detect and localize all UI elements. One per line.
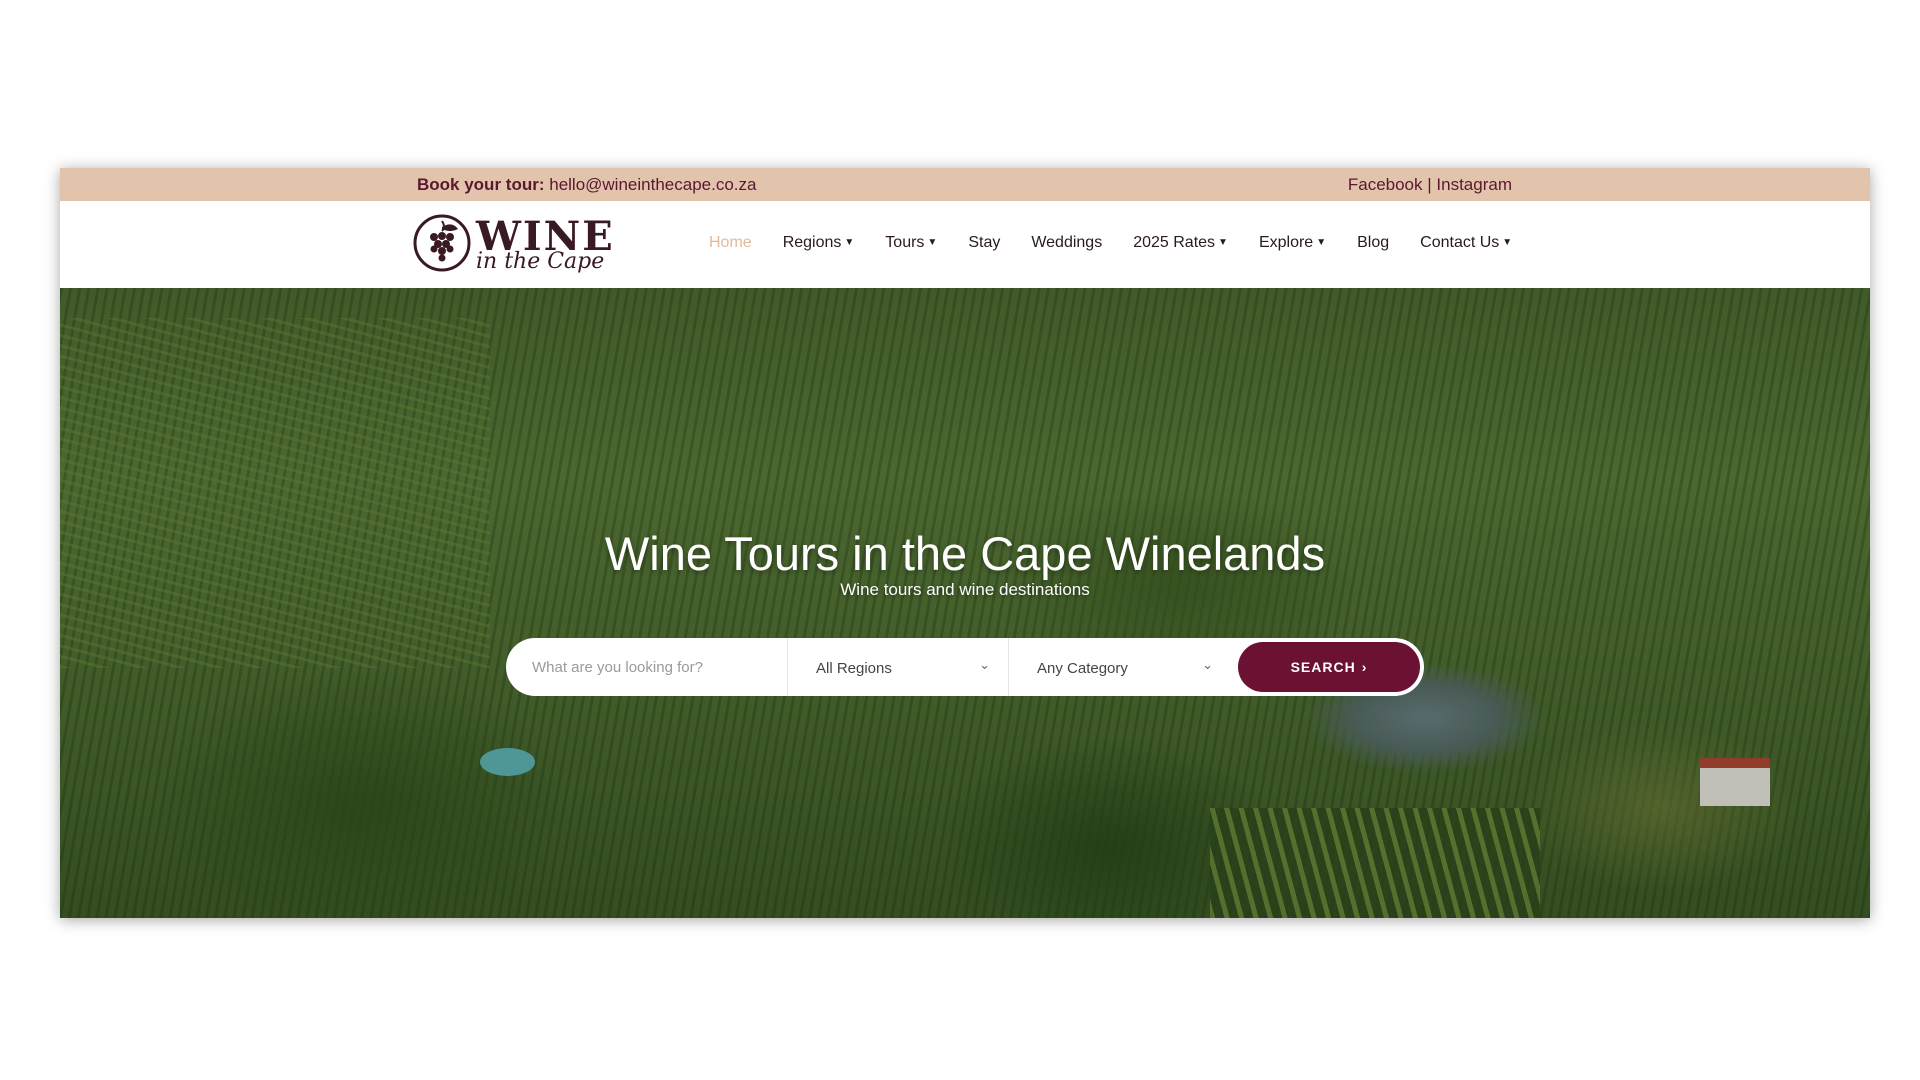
chevron-down-icon: ⌄ [979, 657, 990, 672]
website-frame: Book your tour: hello@wineinthecape.co.z… [60, 168, 1870, 918]
search-input[interactable] [506, 638, 786, 696]
grape-logo-icon [413, 214, 471, 272]
nav-item-2025-rates[interactable]: 2025 Rates ▼ [1133, 234, 1228, 252]
nav-item-label: Home [709, 234, 752, 251]
search-button[interactable]: SEARCH › [1238, 642, 1420, 692]
caret-down-icon: ▼ [1218, 237, 1228, 248]
nav-item-label: Tours [885, 234, 925, 251]
nav-item-label: Explore [1258, 234, 1314, 251]
facebook-link[interactable]: Facebook [1348, 175, 1423, 194]
caret-down-icon: ▼ [1316, 237, 1327, 248]
nav-item-stay[interactable]: Stay [968, 234, 1000, 252]
nav-item-label: Contact Us [1420, 234, 1500, 251]
search-button-label: SEARCH [1290, 659, 1356, 675]
category-select-value: Any Category [1037, 660, 1128, 677]
nav-item-blog[interactable]: Blog [1357, 234, 1389, 252]
main-navigation: WINE in the Cape Home Regions ▼ Tours ▼ St… [60, 201, 1870, 288]
caret-down-icon: ▼ [927, 237, 938, 248]
nav-item-label: Regions [782, 234, 842, 251]
email-link[interactable]: hello@wineinthecape.co.za [549, 175, 756, 194]
hero-overlay [60, 288, 1870, 918]
nav-item-contact-us[interactable]: Contact Us ▼ [1420, 234, 1512, 252]
nav-item-regions[interactable]: Regions ▼ [783, 234, 855, 252]
top-bar: Book your tour: hello@wineinthecape.co.z… [60, 168, 1870, 201]
hero-banner: Wine Tours in the Cape Winelands Wine to… [60, 288, 1870, 918]
instagram-link[interactable]: Instagram [1436, 175, 1512, 194]
nav-item-tours[interactable]: Tours ▼ [885, 234, 937, 252]
category-select[interactable]: Any Category ⌄ [1009, 638, 1231, 696]
region-select-value: All Regions [816, 660, 892, 677]
logo-text-in-the-cape: in the Cape [476, 249, 605, 274]
nav-item-label: Stay [968, 234, 1001, 251]
nav-item-explore[interactable]: Explore ▼ [1259, 234, 1326, 252]
hero-subtitle: Wine tours and wine destinations [840, 580, 1090, 599]
site-logo[interactable]: WINE in the Cape [412, 209, 613, 279]
book-tour-label: Book your tour: [417, 175, 545, 194]
hero-title: Wine Tours in the Cape Winelands [604, 527, 1326, 580]
caret-down-icon: ▼ [844, 237, 855, 248]
search-bar: All Regions ⌄ Any Category ⌄ SEARCH › [506, 638, 1424, 696]
chevron-right-icon: › [1361, 659, 1368, 675]
nav-item-label: 2025 Rates [1133, 234, 1216, 251]
nav-item-label: Blog [1357, 234, 1390, 251]
social-separator: | [1422, 175, 1437, 194]
nav-item-label: Weddings [1031, 234, 1103, 251]
nav-menu: Home Regions ▼ Tours ▼ Stay Weddings 2025 … [709, 234, 1543, 252]
chevron-down-icon: ⌄ [1202, 657, 1213, 672]
social-links: Facebook | Instagram [1348, 175, 1512, 195]
nav-item-weddings[interactable]: Weddings [1031, 234, 1102, 252]
nav-item-home[interactable]: Home [709, 234, 752, 252]
book-tour-text: Book your tour: hello@wineinthecape.co.z… [417, 175, 756, 195]
caret-down-icon: ▼ [1502, 237, 1513, 248]
region-select[interactable]: All Regions ⌄ [788, 638, 1008, 696]
